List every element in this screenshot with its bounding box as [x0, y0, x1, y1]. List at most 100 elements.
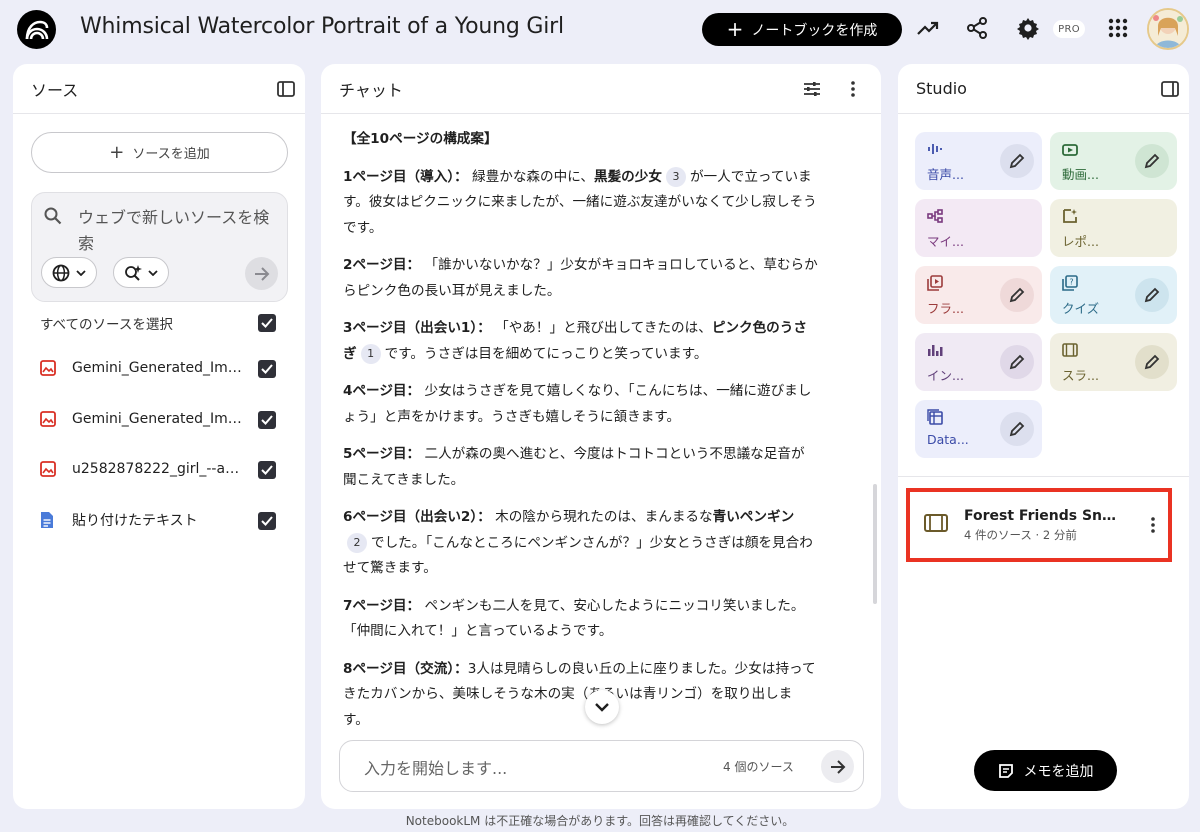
settings-gear-icon[interactable] — [1014, 14, 1042, 42]
divider — [898, 476, 1189, 477]
source-checkbox[interactable] — [258, 360, 276, 378]
edit-pencil-icon[interactable] — [1135, 144, 1169, 178]
source-item[interactable]: Gemini_Generated_Ima... — [40, 406, 280, 432]
apps-grid-icon[interactable] — [1104, 14, 1132, 42]
datatable-icon — [927, 409, 943, 429]
edit-pencil-icon[interactable] — [1000, 144, 1034, 178]
pro-badge: PRO — [1053, 20, 1085, 38]
chevron-down-icon — [76, 269, 86, 276]
add-source-label: ソースを追加 — [132, 147, 210, 162]
quiz-icon: ? — [1062, 275, 1078, 295]
page-plan-item: 2ページ目： 「誰かいないかな？」少女がキョロキョロしていると、草むらからピンク… — [343, 257, 818, 299]
add-memo-button[interactable]: メモを追加 — [974, 750, 1117, 791]
check-icon — [261, 364, 273, 374]
scroll-to-bottom-button[interactable] — [585, 690, 619, 724]
chat-scrollbar[interactable] — [873, 484, 877, 604]
svg-text:?: ? — [1069, 278, 1073, 287]
sparkle-search-icon — [125, 264, 142, 281]
image-icon — [40, 360, 58, 376]
plus-icon: + — [726, 16, 744, 41]
analytics-icon[interactable] — [914, 14, 942, 42]
source-item-label: Gemini_Generated_Ima... — [72, 360, 242, 376]
source-checkbox[interactable] — [258, 411, 276, 429]
check-icon — [261, 465, 273, 475]
share-icon[interactable] — [963, 14, 991, 42]
document-icon — [40, 511, 58, 529]
web-scope-dropdown[interactable] — [41, 257, 97, 288]
tune-settings-icon[interactable] — [799, 76, 825, 102]
note-title: Forest Friends Snac... — [964, 507, 1124, 524]
citation-badge[interactable]: 2 — [347, 532, 367, 553]
source-item[interactable]: 貼り付けたテキスト — [40, 507, 280, 533]
studio-slides-tile[interactable]: スラ... — [1050, 333, 1177, 391]
tile-label: レポ... — [1062, 234, 1099, 249]
studio-infographic-tile[interactable]: イン... — [915, 333, 1042, 391]
source-item[interactable]: Gemini_Generated_Ima... — [40, 355, 280, 381]
tile-label: フラ... — [927, 301, 964, 316]
tile-label: 音声... — [927, 167, 964, 182]
edit-pencil-icon[interactable] — [1000, 278, 1034, 312]
research-mode-dropdown[interactable] — [113, 257, 169, 288]
page-plan-item: 3ページ目（出会い1）： 「やあ！」と飛び出してきたのは、ピンク色のうさぎ 1 です… — [343, 320, 807, 364]
studio-audio-overview-tile[interactable]: 音声... — [915, 132, 1042, 190]
page-plan-item: 8ページ目（交流）：3人は見晴らしの良い丘の上に座りました。少女は持ってきたカバ… — [343, 660, 816, 728]
source-item[interactable]: u2582878222_girl_--ar_2... — [40, 456, 280, 482]
check-icon — [261, 318, 273, 328]
page-plan-item: 5ページ目： 二人が森の奥へ進むと、今度はトコトコという不思議な足音が聞こえてき… — [343, 446, 805, 488]
studio-video-overview-tile[interactable]: 動画... — [1050, 132, 1177, 190]
studio-panel-title: Studio — [916, 79, 967, 98]
page-plan-item: 7ページ目： ペンギンも二人を見て、安心したようにニッコリ笑いました。「仲間に入… — [343, 597, 805, 640]
search-input[interactable]: ウェブで新しいソースを検索 — [78, 205, 278, 257]
add-source-button[interactable]: + ソースを追加 — [31, 132, 288, 173]
studio-datatable-tile[interactable]: Data... — [915, 400, 1042, 458]
more-vert-icon[interactable] — [840, 76, 866, 102]
image-icon — [40, 411, 58, 427]
source-count-label: 4 個のソース — [723, 760, 794, 774]
create-notebook-button[interactable]: + ノートブックを作成 — [702, 13, 902, 46]
select-all-label: すべてのソースを選択 — [40, 317, 173, 333]
note-add-icon — [998, 763, 1013, 778]
send-button[interactable] — [821, 750, 854, 783]
select-all-sources[interactable]: すべてのソースを選択 — [40, 312, 280, 334]
collapse-panel-icon[interactable] — [273, 76, 299, 102]
source-item-label: u2582878222_girl_--ar_2... — [72, 461, 242, 477]
page-plan-item: 6ページ目（出会い2）： 木の陰から現れたのは、まんまるな青いペンギン2 でした。… — [343, 509, 813, 576]
select-all-checkbox[interactable] — [258, 314, 276, 332]
source-checkbox[interactable] — [258, 461, 276, 479]
slides-icon — [924, 513, 948, 537]
search-submit-button[interactable] — [245, 257, 278, 290]
check-icon — [261, 415, 273, 425]
infographic-icon — [927, 342, 943, 361]
studio-quiz-tile[interactable]: ? クイズ — [1050, 266, 1177, 324]
chat-panel-header: チャット — [321, 64, 881, 114]
edit-pencil-icon[interactable] — [1000, 345, 1034, 379]
edit-pencil-icon[interactable] — [1135, 278, 1169, 312]
tile-label: Data... — [927, 432, 969, 447]
tile-label: 動画... — [1062, 167, 1099, 182]
studio-flashcard-tile[interactable]: フラ... — [915, 266, 1042, 324]
studio-mindmap-tile[interactable]: マイ... — [915, 199, 1042, 257]
edit-pencil-icon[interactable] — [1135, 345, 1169, 379]
image-icon — [40, 461, 58, 477]
studio-report-tile[interactable]: レポ... — [1050, 199, 1177, 257]
page-plan-item: 1ページ目（導入）： 緑豊かな森の中に、黒髪の少女 3 が一人で立っています。彼女は… — [343, 166, 817, 236]
chat-input-box[interactable]: 入力を開始します... 4 個のソース — [339, 740, 864, 792]
generated-note-item[interactable]: Forest Friends Snac... 4 件のソース · 2 分前 — [906, 488, 1172, 562]
notebook-title[interactable]: Whimsical Watercolor Portrait of a Young… — [80, 14, 564, 39]
edit-pencil-icon[interactable] — [1000, 412, 1034, 446]
source-item-label: Gemini_Generated_Ima... — [72, 411, 242, 427]
check-icon — [261, 516, 273, 526]
collapse-panel-icon[interactable] — [1157, 76, 1183, 102]
chat-input-field[interactable]: 入力を開始します... — [364, 755, 507, 779]
note-subtitle: 4 件のソース · 2 分前 — [964, 527, 1077, 542]
source-checkbox[interactable] — [258, 512, 276, 530]
more-vert-icon[interactable] — [1143, 510, 1163, 540]
citation-badge[interactable]: 1 — [360, 343, 381, 364]
page-plan-item: 4ページ目： 少女はうさぎを見て嬉しくなり、「こんにちは、一緒に遊びましょう」と… — [343, 383, 812, 425]
notebooklm-logo-icon[interactable] — [17, 10, 56, 49]
flashcard-icon — [927, 275, 943, 295]
citation-badge[interactable]: 3 — [665, 166, 686, 187]
user-avatar[interactable] — [1147, 8, 1189, 50]
search-icon — [44, 207, 62, 229]
report-icon — [1062, 208, 1078, 228]
